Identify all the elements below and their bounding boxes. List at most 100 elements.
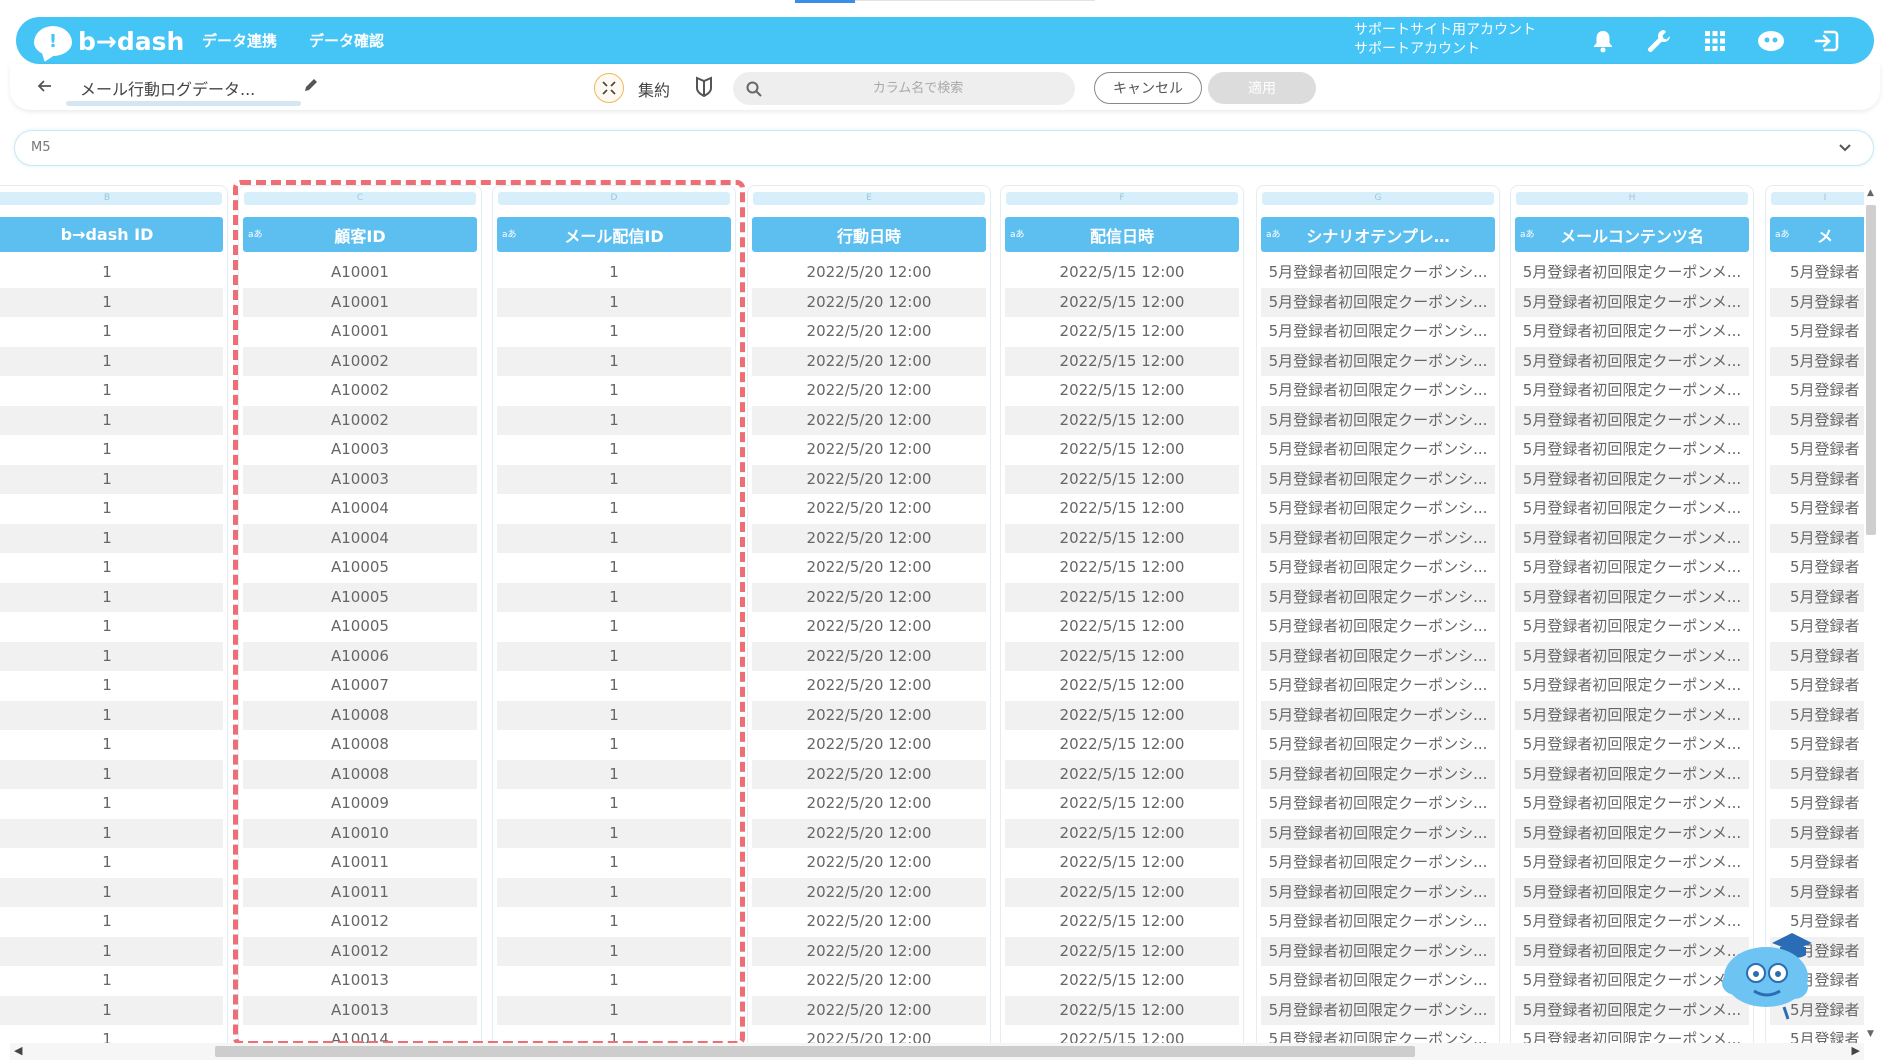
table-cell[interactable]: A10006: [243, 641, 477, 671]
view-selector[interactable]: M5: [14, 130, 1874, 166]
table-cell[interactable]: 5月登録者初回限定クーポンメ...: [1515, 789, 1749, 819]
table-cell[interactable]: 2022/5/20 12:00: [752, 582, 986, 612]
table-cell[interactable]: 1: [0, 582, 223, 612]
table-cell[interactable]: 5月登録者初回限定クーポンシ...: [1261, 936, 1495, 966]
table-cell[interactable]: 2022/5/20 12:00: [752, 317, 986, 347]
table-cell[interactable]: A10001: [243, 258, 477, 288]
table-cell[interactable]: 5月登録者初回限定クーポンシ...: [1261, 966, 1495, 996]
table-cell[interactable]: A10012: [243, 936, 477, 966]
table-cell[interactable]: 1: [0, 464, 223, 494]
apps-grid-icon[interactable]: [1700, 26, 1730, 56]
table-cell[interactable]: 2022/5/15 12:00: [1005, 877, 1239, 907]
table-cell[interactable]: 5月登録者初回限定クーポンシ...: [1261, 907, 1495, 937]
account-info[interactable]: サポートサイト用アカウント サポートアカウント: [1354, 21, 1536, 59]
table-cell[interactable]: 1: [0, 258, 223, 288]
table-cell[interactable]: A10010: [243, 818, 477, 848]
table-cell[interactable]: A10009: [243, 789, 477, 819]
table-cell[interactable]: 2022/5/15 12:00: [1005, 671, 1239, 701]
table-cell[interactable]: 2022/5/15 12:00: [1005, 317, 1239, 347]
table-cell[interactable]: 5月登録者初回限定クーポンメ...: [1515, 523, 1749, 553]
table-cell[interactable]: 5月登録者初回限定クーポンメ...: [1515, 553, 1749, 583]
table-cell[interactable]: 5月登録者初回限定クーポンメ...: [1515, 582, 1749, 612]
apply-button[interactable]: 適用: [1208, 72, 1316, 104]
table-cell[interactable]: 5月登録者: [1770, 317, 1875, 347]
table-cell[interactable]: A10005: [243, 553, 477, 583]
table-cell[interactable]: 1: [497, 936, 731, 966]
table-cell[interactable]: 2022/5/15 12:00: [1005, 700, 1239, 730]
table-cell[interactable]: 1: [497, 700, 731, 730]
table-cell[interactable]: 2022/5/15 12:00: [1005, 464, 1239, 494]
column-header-extra[interactable]: aあ メ: [1770, 217, 1875, 252]
table-cell[interactable]: 5月登録者初回限定クーポンメ...: [1515, 464, 1749, 494]
table-cell[interactable]: 5月登録者初回限定クーポンメ...: [1515, 700, 1749, 730]
table-cell[interactable]: 1: [0, 700, 223, 730]
table-cell[interactable]: 5月登録者初回限定クーポンシ...: [1261, 346, 1495, 376]
table-cell[interactable]: 1: [497, 641, 731, 671]
table-cell[interactable]: 1: [497, 818, 731, 848]
table-cell[interactable]: 2022/5/15 12:00: [1005, 818, 1239, 848]
table-cell[interactable]: 5月登録者: [1770, 464, 1875, 494]
table-cell[interactable]: 5月登録者: [1770, 258, 1875, 288]
dataset-title[interactable]: メール行動ログデータ...: [80, 76, 255, 100]
cancel-button[interactable]: キャンセル: [1094, 72, 1202, 104]
table-cell[interactable]: 2022/5/20 12:00: [752, 464, 986, 494]
table-cell[interactable]: 1: [497, 346, 731, 376]
table-cell[interactable]: 1: [0, 553, 223, 583]
table-cell[interactable]: 1: [497, 671, 731, 701]
table-cell[interactable]: 5月登録者初回限定クーポンシ...: [1261, 1025, 1495, 1043]
table-cell[interactable]: 1: [0, 848, 223, 878]
table-cell[interactable]: 5月登録者初回限定クーポンシ...: [1261, 287, 1495, 317]
chevron-down-icon[interactable]: [1837, 139, 1853, 155]
table-cell[interactable]: 1: [497, 523, 731, 553]
table-cell[interactable]: 1: [497, 494, 731, 524]
table-cell[interactable]: 5月登録者初回限定クーポンシ...: [1261, 848, 1495, 878]
column-header-mail-id[interactable]: aあ メール配信ID: [497, 217, 731, 252]
table-cell[interactable]: 2022/5/20 12:00: [752, 966, 986, 996]
table-cell[interactable]: A10008: [243, 759, 477, 789]
mascot-avatar-icon[interactable]: [1756, 26, 1786, 56]
table-cell[interactable]: 5月登録者初回限定クーポンシ...: [1261, 995, 1495, 1025]
table-cell[interactable]: 5月登録者: [1770, 877, 1875, 907]
table-cell[interactable]: 5月登録者: [1770, 789, 1875, 819]
table-cell[interactable]: 2022/5/15 12:00: [1005, 582, 1239, 612]
table-cell[interactable]: 5月登録者初回限定クーポンシ...: [1261, 700, 1495, 730]
table-cell[interactable]: 2022/5/20 12:00: [752, 376, 986, 406]
table-cell[interactable]: 5月登録者: [1770, 376, 1875, 406]
table-cell[interactable]: 5月登録者初回限定クーポンメ...: [1515, 877, 1749, 907]
table-cell[interactable]: 2022/5/15 12:00: [1005, 523, 1239, 553]
table-cell[interactable]: A10005: [243, 582, 477, 612]
table-cell[interactable]: 5月登録者: [1770, 523, 1875, 553]
table-cell[interactable]: 2022/5/20 12:00: [752, 700, 986, 730]
table-cell[interactable]: 5月登録者: [1770, 671, 1875, 701]
table-cell[interactable]: 1: [0, 641, 223, 671]
column-header-action-datetime[interactable]: 行動日時: [752, 217, 986, 252]
table-cell[interactable]: 5月登録者初回限定クーポンメ...: [1515, 818, 1749, 848]
table-cell[interactable]: 2022/5/20 12:00: [752, 1025, 986, 1043]
table-cell[interactable]: 5月登録者初回限定クーポンシ...: [1261, 877, 1495, 907]
table-cell[interactable]: 5月登録者: [1770, 641, 1875, 671]
table-cell[interactable]: 1: [0, 995, 223, 1025]
table-cell[interactable]: 5月登録者初回限定クーポンメ...: [1515, 612, 1749, 642]
table-cell[interactable]: 5月登録者初回限定クーポンシ...: [1261, 494, 1495, 524]
table-cell[interactable]: 5月登録者初回限定クーポンシ...: [1261, 376, 1495, 406]
table-cell[interactable]: A10011: [243, 848, 477, 878]
table-cell[interactable]: 1: [497, 907, 731, 937]
table-cell[interactable]: 1: [0, 612, 223, 642]
table-cell[interactable]: 5月登録者初回限定クーポンシ...: [1261, 759, 1495, 789]
table-cell[interactable]: 1: [497, 376, 731, 406]
column-header-scenario-template[interactable]: aあ シナリオテンプレ…: [1261, 217, 1495, 252]
vertical-scroll-thumb[interactable]: [1866, 205, 1876, 535]
table-cell[interactable]: 2022/5/20 12:00: [752, 730, 986, 760]
table-cell[interactable]: 1: [497, 1025, 731, 1043]
table-cell[interactable]: 2022/5/15 12:00: [1005, 494, 1239, 524]
column-header-customer-id[interactable]: aあ 顧客ID: [243, 217, 477, 252]
table-cell[interactable]: 2022/5/15 12:00: [1005, 612, 1239, 642]
table-cell[interactable]: 5月登録者: [1770, 582, 1875, 612]
table-cell[interactable]: 2022/5/15 12:00: [1005, 553, 1239, 583]
horizontal-scroll-thumb[interactable]: [215, 1046, 1415, 1057]
table-cell[interactable]: 1: [0, 435, 223, 465]
table-cell[interactable]: 2022/5/15 12:00: [1005, 435, 1239, 465]
table-cell[interactable]: 1: [0, 730, 223, 760]
table-cell[interactable]: 5月登録者初回限定クーポンシ...: [1261, 789, 1495, 819]
table-cell[interactable]: 1: [0, 818, 223, 848]
